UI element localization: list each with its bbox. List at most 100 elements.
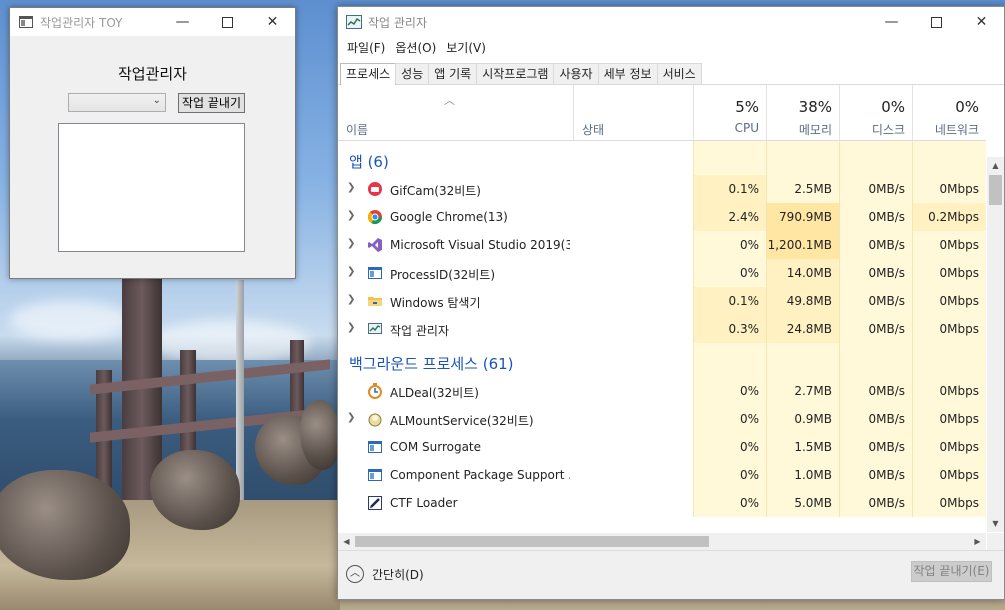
window-app-icon <box>367 265 383 281</box>
maximize-button[interactable] <box>205 8 250 36</box>
process-disk: 0MB/s <box>839 315 912 343</box>
chevron-right-icon[interactable]: ❯ <box>347 322 355 333</box>
process-name: Component Package Support ... <box>390 468 570 482</box>
column-status[interactable]: 상태 <box>573 85 693 140</box>
toy-end-task-button[interactable]: 작업 끝내기 <box>178 93 245 113</box>
fewer-details-link[interactable]: 간단히(D) <box>372 566 424 583</box>
process-row[interactable]: ❯ GifCam(32비트) 0.1% 2.5MB 0MB/s 0Mbps <box>338 175 986 203</box>
process-select[interactable]: ⌄ <box>68 93 166 112</box>
column-name-label: 이름 <box>346 123 369 137</box>
process-row[interactable]: CTF Loader 0% 5.0MB 0MB/s 0Mbps <box>338 489 986 517</box>
task-manager-icon <box>367 321 383 337</box>
process-cpu: 0.1% <box>693 287 766 315</box>
tab-performance[interactable]: 성능 <box>395 63 430 84</box>
tab-startup[interactable]: 시작프로그램 <box>476 63 555 84</box>
process-row[interactable]: ❯ 작업 관리자 0.3% 24.8MB 0MB/s 0Mbps <box>338 315 986 343</box>
process-memory: 24.8MB <box>766 315 839 343</box>
toy-titlebar[interactable]: 작업관리자 TOY — ✕ <box>10 8 295 36</box>
scroll-left-icon[interactable]: ◀ <box>338 533 355 550</box>
process-memory: 790.9MB <box>766 203 839 231</box>
chevron-right-icon[interactable]: ❯ <box>347 294 355 305</box>
gifcam-icon <box>367 181 383 197</box>
horizontal-scrollbar[interactable]: ◀ ▶ <box>338 533 986 550</box>
tm-window-title: 작업 관리자 <box>368 15 428 30</box>
process-name: 작업 관리자 <box>390 324 450 338</box>
process-network: 0Mbps <box>912 175 986 203</box>
process-name: ProcessID(32비트) <box>390 268 496 282</box>
tab-users[interactable]: 사용자 <box>553 63 599 84</box>
process-disk: 0MB/s <box>839 489 912 517</box>
group-cell <box>766 141 840 175</box>
minimize-button[interactable]: — <box>869 8 914 36</box>
menu-view[interactable]: 보기(V) <box>441 39 491 56</box>
close-button[interactable]: ✕ <box>250 8 295 36</box>
process-name: GifCam(32비트) <box>390 184 481 198</box>
minimize-button[interactable]: — <box>160 8 205 36</box>
process-network: 0Mbps <box>912 433 986 461</box>
process-name: ALMountService(32비트) <box>390 414 534 428</box>
maximize-icon <box>222 16 233 28</box>
process-network: 0Mbps <box>912 287 986 315</box>
chevron-right-icon[interactable]: ❯ <box>347 210 355 221</box>
aldeal-icon <box>367 383 383 399</box>
task-manager-window: 작업 관리자 — ✕ 파일(F) 옵션(O) 보기(V) 프로세스 성능 앱 기… <box>337 6 1005 600</box>
almount-icon <box>367 411 383 427</box>
group-cell <box>766 343 840 377</box>
end-task-button[interactable]: 작업 끝내기(E) <box>911 561 992 582</box>
group-cell <box>693 343 767 377</box>
chevron-right-icon[interactable]: ❯ <box>347 266 355 277</box>
chevron-right-icon[interactable]: ❯ <box>347 238 355 249</box>
process-name: Google Chrome(13) <box>390 210 508 224</box>
tab-services[interactable]: 서비스 <box>656 63 702 84</box>
chevron-up-circle-icon[interactable]: ︿ <box>346 565 364 583</box>
column-memory[interactable]: 38% 메모리 <box>766 85 839 140</box>
process-disk: 0MB/s <box>839 377 912 405</box>
process-row[interactable]: COM Surrogate 0% 1.5MB 0MB/s 0Mbps <box>338 433 986 461</box>
column-network-label: 네트워크 <box>934 123 979 137</box>
process-row[interactable]: ❯ Windows 탐색기 0.1% 49.8MB 0MB/s 0Mbps <box>338 287 986 315</box>
group-header[interactable]: 앱 (6) <box>338 141 986 175</box>
tab-details[interactable]: 세부 정보 <box>597 63 658 84</box>
process-memory: 1.0MB <box>766 461 839 489</box>
chevron-right-icon[interactable]: ❯ <box>347 182 355 193</box>
close-button[interactable]: ✕ <box>959 8 1004 36</box>
process-cpu: 0% <box>693 259 766 287</box>
tab-app-history[interactable]: 앱 기록 <box>428 63 478 84</box>
process-row[interactable]: ❯ ALMountService(32비트) 0% 0.9MB 0MB/s 0Mbps <box>338 405 986 433</box>
column-disk[interactable]: 0% 디스크 <box>839 85 912 140</box>
process-row[interactable]: Component Package Support ... 0% 1.0MB 0MB/… <box>338 461 986 489</box>
process-disk: 0MB/s <box>839 433 912 461</box>
process-disk: 0MB/s <box>839 175 912 203</box>
process-name: ALDeal(32비트) <box>390 386 479 400</box>
tab-processes[interactable]: 프로세스 <box>340 63 397 85</box>
task-manager-icon <box>346 14 362 30</box>
horizontal-scroll-thumb[interactable] <box>355 536 709 547</box>
process-cpu: 0% <box>693 489 766 517</box>
menu-options[interactable]: 옵션(O) <box>390 39 441 56</box>
process-row[interactable]: ALDeal(32비트) 0% 2.7MB 0MB/s 0Mbps <box>338 377 986 405</box>
process-row[interactable]: ❯ ProcessID(32비트) 0% 14.0MB 0MB/s 0Mbps <box>338 259 986 287</box>
process-row[interactable]: ❯ Microsoft Visual Studio 2019(3... 0% 1,20… <box>338 231 986 259</box>
scroll-up-icon[interactable]: ▲ <box>987 157 1004 174</box>
scroll-right-icon[interactable]: ▶ <box>969 533 986 550</box>
group-header[interactable]: 백그라운드 프로세스 (61) <box>338 343 986 377</box>
process-cpu: 0.1% <box>693 175 766 203</box>
tm-titlebar[interactable]: 작업 관리자 — ✕ <box>338 7 1004 37</box>
folder-icon <box>367 293 383 309</box>
scroll-down-icon[interactable]: ▼ <box>987 515 1004 532</box>
process-cpu: 0% <box>693 461 766 489</box>
column-network[interactable]: 0% 네트워크 <box>912 85 986 140</box>
vertical-scrollbar[interactable]: ▲ ▼ <box>987 157 1004 532</box>
column-cpu[interactable]: 5% CPU <box>693 85 766 140</box>
column-name[interactable]: 이름 <box>338 85 573 140</box>
process-row[interactable]: ❯ Google Chrome(13) 2.4% 790.9MB 0MB/s 0.2Mbp… <box>338 203 986 231</box>
maximize-button[interactable] <box>914 8 959 36</box>
chevron-right-icon[interactable]: ❯ <box>347 412 355 423</box>
close-icon: ✕ <box>975 14 988 30</box>
vertical-scroll-thumb[interactable] <box>989 175 1002 205</box>
process-cpu: 0.3% <box>693 315 766 343</box>
process-memory: 2.7MB <box>766 377 839 405</box>
window-app-icon <box>367 467 383 483</box>
toy-process-list[interactable] <box>58 123 245 252</box>
menu-file[interactable]: 파일(F) <box>342 39 390 56</box>
